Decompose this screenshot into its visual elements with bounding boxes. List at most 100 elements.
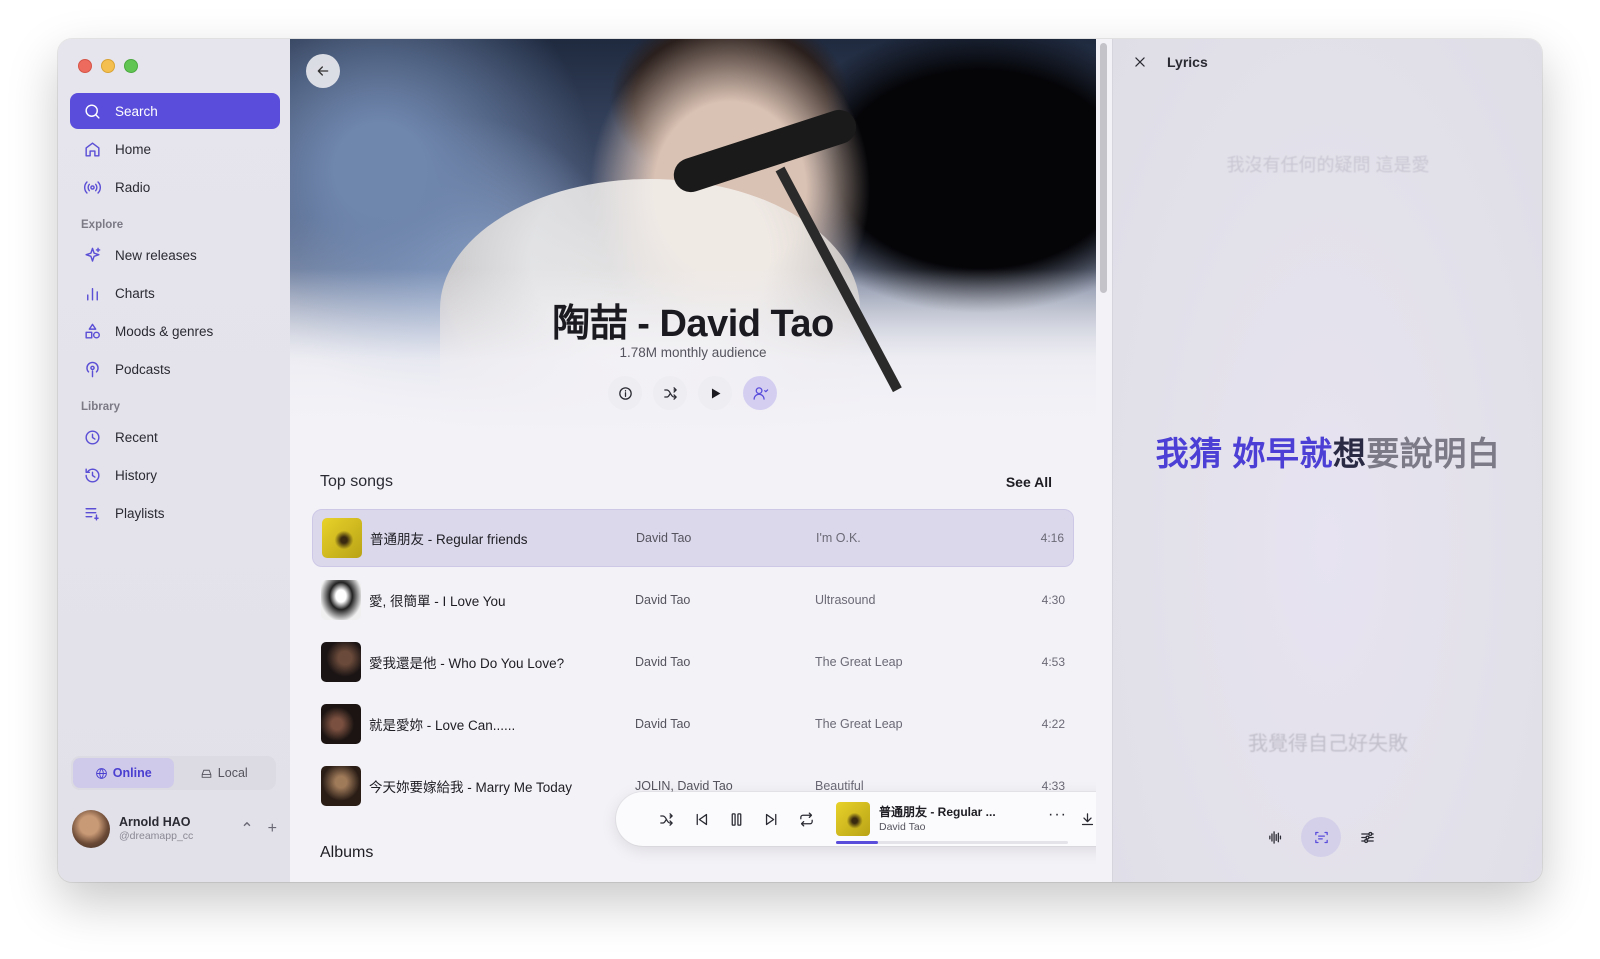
account-switcher-icon[interactable]: ⌃	[240, 819, 253, 839]
song-album[interactable]: The Great Leap	[815, 655, 1039, 669]
info-icon	[618, 386, 632, 400]
song-row[interactable]: 愛, 很簡單 - I Love You David Tao Ultrasound…	[312, 571, 1074, 629]
waveform-button[interactable]	[1255, 817, 1295, 857]
playback-progress[interactable]	[836, 841, 1068, 844]
download-icon	[1081, 812, 1094, 825]
monthly-audience: 1.78M monthly audience	[619, 345, 767, 360]
window-controls	[78, 59, 138, 73]
see-all-link[interactable]: See All	[1006, 474, 1052, 490]
home-icon	[85, 141, 100, 157]
sidebar-item-label: Recent	[115, 429, 158, 445]
sidebar-item-home[interactable]: Home	[70, 131, 280, 167]
shapes-icon	[85, 323, 100, 339]
sidebar-item-podcasts[interactable]: Podcasts	[70, 351, 280, 387]
now-playing[interactable]: 普通朋友 - Regular ... David Tao ···	[836, 792, 1068, 846]
app-window: Search Home Radio Explore New releases C…	[58, 39, 1542, 882]
add-account-button[interactable]: +	[268, 820, 277, 838]
now-playing-title: 普通朋友 - Regular ...	[879, 804, 996, 819]
skip-forward-icon	[765, 813, 777, 825]
song-artist[interactable]: JOLIN, David Tao	[635, 779, 815, 793]
albums-section-title: Albums	[320, 844, 374, 861]
skip-back-icon	[696, 813, 708, 825]
song-title: 普通朋友 - Regular friends	[370, 532, 528, 547]
lyric-line-current[interactable]: 我猜 妳早就想要說明白	[1113, 427, 1542, 475]
source-mode-switch: Online Local	[71, 756, 276, 790]
close-window-button[interactable]	[78, 59, 92, 73]
previous-button[interactable]	[684, 802, 719, 836]
play-icon	[711, 388, 720, 398]
close-icon	[1135, 57, 1145, 67]
song-cover	[321, 704, 361, 744]
artist-info-button[interactable]	[608, 376, 642, 410]
song-artist[interactable]: David Tao	[635, 593, 815, 607]
sidebar-item-label: Charts	[115, 285, 155, 301]
follow-artist-button[interactable]	[743, 376, 777, 410]
sliders-icon	[1360, 831, 1374, 843]
artist-page: 陶喆 - David Tao 1.78M monthly audience To…	[290, 39, 1096, 882]
explore-heading: Explore	[81, 219, 124, 231]
close-lyrics-button[interactable]	[1131, 53, 1149, 71]
song-row[interactable]: 愛我還是他 - Who Do You Love? David Tao The G…	[312, 633, 1074, 691]
song-row[interactable]: 普通朋友 - Regular friends David Tao I'm O.K…	[312, 509, 1074, 567]
download-button[interactable]	[1070, 802, 1096, 836]
song-artist[interactable]: David Tao	[636, 531, 816, 545]
song-album[interactable]: Ultrasound	[815, 593, 1039, 607]
sidebar-item-charts[interactable]: Charts	[70, 275, 280, 311]
lyric-sung-part: 我猜 妳早就	[1155, 435, 1333, 472]
song-album[interactable]: The Great Leap	[815, 717, 1039, 731]
lyric-upcoming-part: 要說明白	[1366, 435, 1501, 472]
sidebar-item-search[interactable]: Search	[70, 93, 280, 129]
podcast-icon	[86, 361, 99, 377]
shuffle-artist-button[interactable]	[653, 376, 687, 410]
mode-local-tab[interactable]: Local	[174, 758, 275, 788]
sidebar-item-radio[interactable]: Radio	[70, 169, 280, 205]
more-options-button[interactable]: ···	[1048, 806, 1067, 824]
song-title: 愛, 很簡單 - I Love You	[369, 594, 506, 609]
main-scrollbar[interactable]	[1100, 43, 1107, 293]
user-profile[interactable]: Arnold HAO @dreamapp_cc ⌃ +	[72, 809, 277, 849]
sidebar-item-new-releases[interactable]: New releases	[70, 237, 280, 273]
sidebar-item-label: Search	[115, 103, 158, 119]
scan-text-icon	[1314, 831, 1328, 843]
back-button[interactable]	[306, 54, 340, 88]
song-title: 就是愛妳 - Love Can......	[369, 718, 516, 733]
bar-chart-icon	[87, 287, 98, 301]
sidebar-item-recent[interactable]: Recent	[70, 419, 280, 455]
lyric-line-next[interactable]: 我覺得自己好失敗	[1113, 727, 1542, 756]
song-album[interactable]: Beautiful	[815, 779, 1039, 793]
avatar	[72, 810, 110, 848]
song-album[interactable]: I'm O.K.	[816, 531, 1040, 545]
next-button[interactable]	[754, 802, 789, 836]
drive-icon	[201, 769, 212, 778]
repeat-button[interactable]	[789, 802, 824, 836]
sidebar-item-history[interactable]: History	[70, 457, 280, 493]
sidebar-item-label: Home	[115, 141, 152, 157]
song-artist[interactable]: David Tao	[635, 717, 815, 731]
sidebar-item-playlists[interactable]: Playlists	[70, 495, 280, 531]
top-songs-header: Top songs See All	[320, 473, 1052, 491]
song-title: 愛我還是他 - Who Do You Love?	[369, 656, 565, 671]
song-title: 今天妳要嫁給我 - Marry Me Today	[369, 780, 573, 795]
lyrics-settings-button[interactable]	[1347, 817, 1387, 857]
pause-button[interactable]	[719, 802, 754, 836]
minimize-window-button[interactable]	[101, 59, 115, 73]
lyric-active-char: 想	[1332, 435, 1367, 472]
play-artist-button[interactable]	[698, 376, 732, 410]
lyric-line-previous[interactable]: 我沒有任何的疑問 這是愛	[1113, 151, 1542, 177]
song-row[interactable]: 就是愛妳 - Love Can...... David Tao The Grea…	[312, 695, 1074, 753]
shuffle-button[interactable]	[649, 802, 684, 836]
song-duration: 4:33	[1041, 779, 1065, 793]
zoom-window-button[interactable]	[124, 59, 138, 73]
sidebar-nav: Search Home Radio Explore New releases C…	[70, 93, 280, 533]
pause-icon	[731, 812, 742, 826]
clock-icon	[85, 429, 100, 445]
sidebar: Search Home Radio Explore New releases C…	[58, 39, 294, 882]
lyrics-sync-button[interactable]	[1301, 817, 1341, 857]
repeat-icon	[800, 811, 813, 827]
song-artist[interactable]: David Tao	[635, 655, 815, 669]
mode-online-tab[interactable]: Online	[73, 758, 174, 788]
lyrics-panel: Lyrics 我沒有任何的疑問 這是愛 我猜 妳早就想要說明白 我覺得自己好失敗	[1112, 39, 1542, 882]
library-heading: Library	[81, 401, 120, 413]
sidebar-item-moods-genres[interactable]: Moods & genres	[70, 313, 280, 349]
user-handle: @dreamapp_cc	[119, 830, 194, 843]
